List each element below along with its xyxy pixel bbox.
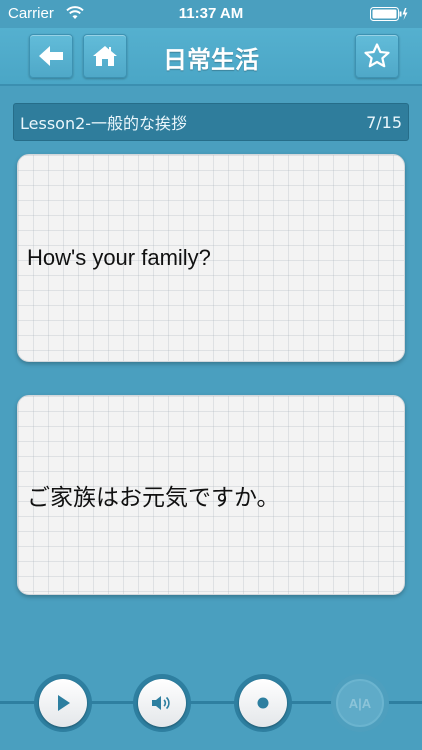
japanese-phrase: ご家族はお元気ですか。 [27, 485, 280, 511]
battery-icon [370, 7, 408, 21]
status-bar: Carrier 11:37 AM [0, 0, 422, 28]
translate-toggle-button[interactable]: A|A [331, 674, 389, 732]
record-button[interactable] [234, 674, 292, 732]
play-icon [58, 695, 70, 711]
navbar: 日常生活 [0, 28, 422, 86]
english-card[interactable]: How's your family? [17, 154, 405, 362]
favorite-button[interactable] [355, 34, 399, 78]
japanese-card[interactable]: ご家族はお元気ですか。 [17, 395, 405, 595]
lesson-header: Lesson2-一般的な挨拶 7/15 [13, 103, 409, 141]
record-icon [257, 697, 269, 709]
speaker-icon [152, 696, 170, 710]
lesson-progress: 7/15 [366, 112, 402, 132]
speaker-button[interactable] [133, 674, 191, 732]
english-phrase: How's your family? [27, 245, 211, 270]
star-icon [364, 43, 390, 68]
lesson-title: Lesson2-一般的な挨拶 [20, 114, 188, 133]
status-time: 11:37 AM [178, 5, 244, 22]
play-button[interactable] [34, 674, 92, 732]
translate-icon: A|A [348, 695, 372, 711]
